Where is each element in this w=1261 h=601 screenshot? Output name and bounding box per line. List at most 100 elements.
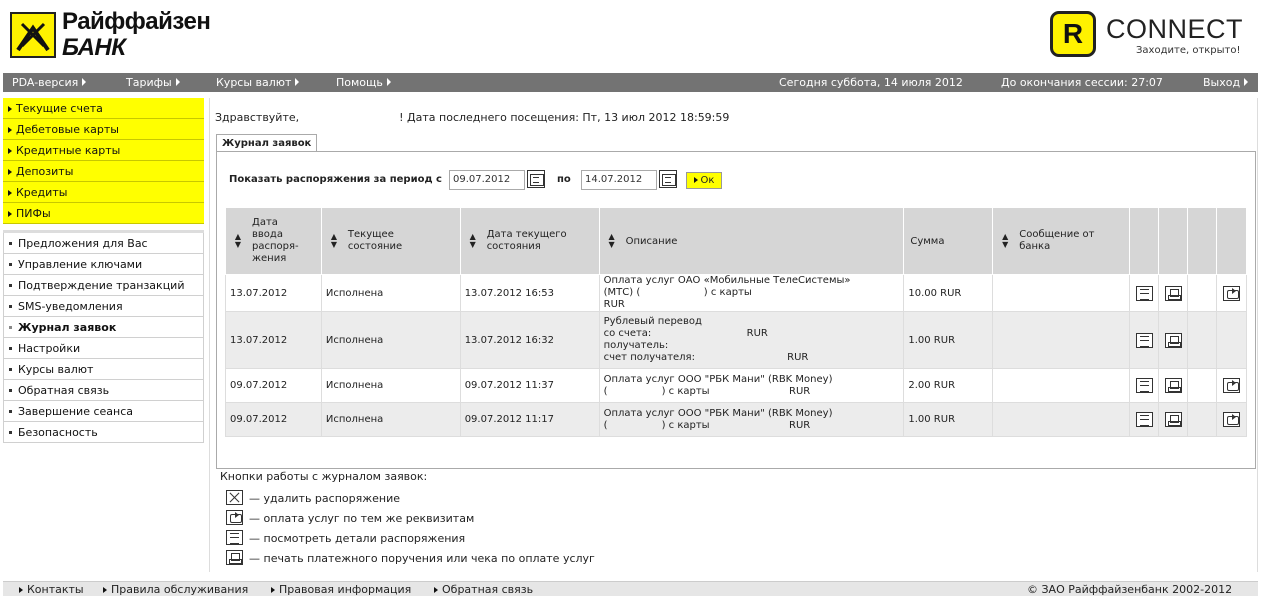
- sidebar-item-security[interactable]: Безопасность: [3, 422, 204, 443]
- legend-print-label: — печать платежного поручения или чека п…: [249, 552, 595, 565]
- col-state-label: Текущее состояние: [347, 229, 403, 252]
- raiffeisen-logo[interactable]: Райффайзен БАНК: [8, 9, 228, 61]
- print-icon: [226, 550, 243, 565]
- sidebar-item-confirm-transactions[interactable]: Подтверждение транзакций: [3, 275, 204, 296]
- details-icon[interactable]: [1135, 412, 1153, 427]
- date-to-input[interactable]: 14.07.2012: [581, 170, 657, 190]
- repeat-payment-icon: [226, 510, 243, 525]
- sidebar-item-label: Подтверждение транзакций: [18, 279, 185, 292]
- cell-details: [1129, 311, 1160, 369]
- col-state-date-label: Дата текущего состояния: [486, 229, 567, 252]
- details-icon[interactable]: [1135, 285, 1153, 301]
- nav-rates[interactable]: Курсы валют: [216, 73, 300, 92]
- legend-details: — посмотреть детали распоряжения: [226, 530, 465, 545]
- nav-exit[interactable]: Выход: [1203, 73, 1249, 92]
- col-message[interactable]: ▲ ▼ Сообщение от банка: [992, 207, 1131, 275]
- sidebar-item-deposits[interactable]: Депозиты: [3, 161, 204, 182]
- col-entry-date[interactable]: ▲ ▼ Дата ввода распоря-жения: [225, 207, 322, 275]
- footer-link-legal[interactable]: Правовая информация: [271, 582, 411, 597]
- sidebar-services: Предложения для Вас Управление ключами П…: [3, 233, 204, 443]
- cell-delete: [1187, 274, 1217, 312]
- requests-table: ▲ ▼ Дата ввода распоря-жения ▲ ▼ Текущее сос…: [225, 207, 1248, 437]
- cell-message: [992, 274, 1131, 312]
- sidebar-item-current-accounts[interactable]: Текущие счета: [3, 98, 204, 119]
- legend-repeat-label: — оплата услуг по тем же реквизитам: [249, 512, 475, 525]
- bullet-icon: [9, 305, 12, 308]
- sidebar-item-rates[interactable]: Курсы валют: [3, 359, 204, 380]
- cell-state: Исполнена: [320, 402, 461, 437]
- cell-description: Оплата услуг ООО "РБК Мани" (RBK Money) …: [598, 402, 905, 437]
- arrow-right-icon: [295, 78, 300, 86]
- today-date: Сегодня суббота, 14 июля 2012: [779, 76, 963, 89]
- sidebar-item-keys[interactable]: Управление ключами: [3, 254, 204, 275]
- col-amount: Сумма: [903, 207, 994, 275]
- print-icon[interactable]: [1164, 378, 1182, 393]
- nav-tariffs[interactable]: Тарифы: [126, 73, 180, 92]
- sidebar-item-offers[interactable]: Предложения для Вас: [3, 233, 204, 254]
- footer-link-contacts[interactable]: Контакты: [19, 582, 84, 597]
- sidebar-item-settings[interactable]: Настройки: [3, 338, 204, 359]
- nav-pda-version[interactable]: PDA-версия: [12, 73, 87, 92]
- nav-help[interactable]: Помощь: [336, 73, 391, 92]
- sort-icon: ▲ ▼: [234, 232, 242, 249]
- sidebar-item-logout[interactable]: Завершение сеанса: [3, 401, 204, 422]
- print-icon[interactable]: [1164, 412, 1182, 427]
- sidebar-item-sms[interactable]: SMS-уведомления: [3, 296, 204, 317]
- sidebar-item-label: Безопасность: [18, 426, 98, 439]
- arrow-right-icon: [8, 190, 12, 196]
- date-from-input[interactable]: 09.07.2012: [449, 170, 525, 190]
- cell-description: Оплата услуг ОАО «Мобильные ТелеСистемы»…: [598, 274, 905, 312]
- footer-link-feedback[interactable]: Обратная связь: [434, 582, 533, 597]
- bullet-icon: [9, 431, 12, 434]
- sidebar-item-label: Настройки: [18, 342, 81, 355]
- details-icon[interactable]: [1135, 378, 1153, 393]
- sidebar-item-request-log[interactable]: Журнал заявок: [3, 317, 204, 338]
- repeat-payment-icon[interactable]: [1222, 285, 1240, 301]
- col-description[interactable]: ▲ ▼ Описание: [598, 207, 905, 275]
- tab-request-log[interactable]: Журнал заявок: [216, 134, 318, 152]
- sort-icon: ▲ ▼: [330, 232, 337, 249]
- description-line: Оплата услуг ООО "РБК Мани" (RBK Money): [603, 373, 833, 385]
- cell-message: [992, 402, 1131, 437]
- cell-print: [1158, 402, 1189, 437]
- sidebar-item-label: Курсы валют: [18, 363, 94, 376]
- calendar-icon[interactable]: [659, 170, 677, 188]
- nav-help-label: Помощь: [336, 76, 383, 89]
- copyright: © ЗАО Райффайзенбанк 2002-2012: [1027, 583, 1233, 596]
- cell-repeat: [1215, 274, 1248, 312]
- col-state-date[interactable]: ▲ ▼ Дата текущего состояния: [459, 207, 600, 275]
- repeat-payment-icon[interactable]: [1222, 378, 1240, 393]
- col-action-details: [1129, 207, 1160, 275]
- sidebar-item-label: Кредитные карты: [16, 144, 121, 157]
- cell-state: Исполнена: [320, 311, 461, 369]
- raiffeisen-emblem-icon: [10, 12, 56, 58]
- print-icon[interactable]: [1164, 332, 1182, 348]
- cell-delete: [1187, 368, 1217, 403]
- sidebar-item-debit-cards[interactable]: Дебетовые карты: [3, 119, 204, 140]
- arrow-right-icon: [8, 127, 12, 133]
- ok-button[interactable]: Ок: [686, 172, 722, 189]
- repeat-payment-icon[interactable]: [1222, 412, 1240, 427]
- details-icon[interactable]: [1135, 332, 1153, 348]
- bullet-icon: [9, 410, 12, 413]
- description-line: RUR: [603, 299, 625, 310]
- delete-icon: [226, 490, 243, 505]
- sidebar-item-loans[interactable]: Кредиты: [3, 182, 204, 203]
- bullet-icon: [9, 347, 12, 350]
- sidebar-item-feedback[interactable]: Обратная связь: [3, 380, 204, 401]
- col-state[interactable]: ▲ ▼ Текущее состояние: [320, 207, 461, 275]
- r-connect-icon: R: [1050, 11, 1096, 57]
- sidebar-item-pifs[interactable]: ПИФы: [3, 203, 204, 224]
- print-icon[interactable]: [1164, 285, 1182, 301]
- cell-amount: 10.00 RUR: [903, 274, 994, 312]
- footer-link-rules[interactable]: Правила обслуживания: [103, 582, 248, 597]
- nav-tariffs-label: Тарифы: [126, 76, 172, 89]
- cell-entry-date: 13.07.2012: [225, 274, 322, 312]
- sidebar-item-credit-cards[interactable]: Кредитные карты: [3, 140, 204, 161]
- sidebar-item-label: ПИФы: [16, 207, 51, 220]
- legend-delete: — удалить распоряжение: [226, 490, 400, 505]
- sort-icon: ▲ ▼: [608, 232, 615, 249]
- calendar-icon[interactable]: [527, 170, 545, 188]
- sidebar-item-label: Текущие счета: [16, 102, 103, 115]
- sidebar-divider: [3, 224, 204, 233]
